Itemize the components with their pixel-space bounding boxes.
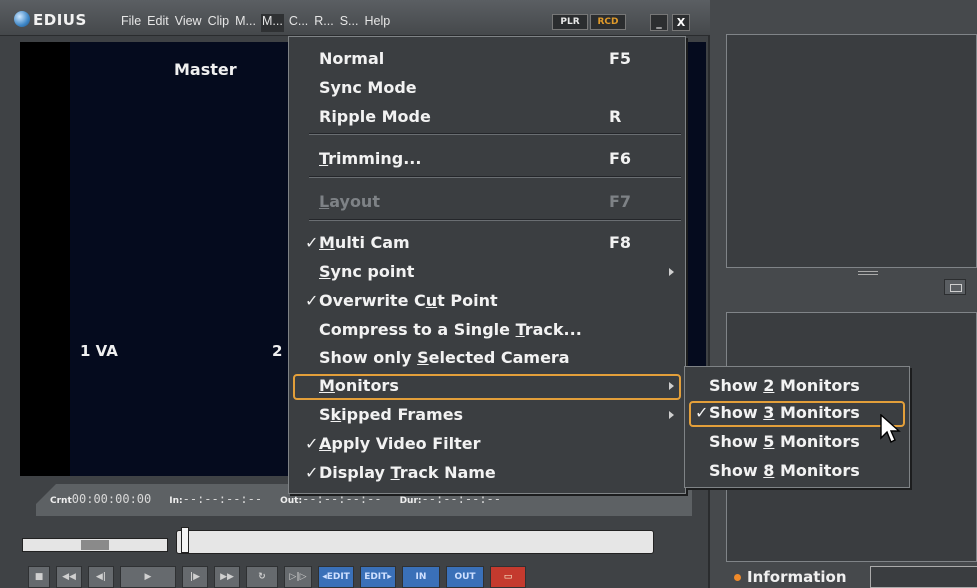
edit-out-button[interactable]: EDIT▸ — [360, 566, 396, 588]
check-icon: ✓ — [305, 463, 319, 482]
menu-view[interactable]: View — [174, 14, 203, 32]
menu-marker[interactable]: M... — [234, 14, 257, 32]
fast-forward-button[interactable]: ▶▶ — [214, 566, 240, 588]
edius-logo-icon — [14, 11, 30, 27]
panel-splitter[interactable] — [858, 271, 878, 275]
menu-item-skipped-frames[interactable]: Skipped Frames — [289, 403, 685, 427]
plr-button[interactable]: PLR — [552, 14, 588, 30]
menu-separator — [309, 219, 681, 221]
bin-panel[interactable] — [726, 34, 977, 268]
title-bar: EDIUS File Edit View Clip M... M... C...… — [0, 0, 710, 36]
submenu-arrow-icon — [669, 411, 674, 419]
loop-button[interactable]: ↻ — [246, 566, 278, 588]
tab-dot-icon — [734, 573, 741, 581]
menu-help[interactable]: Help — [363, 14, 391, 32]
rewind-button[interactable]: ◀◀ — [56, 566, 82, 588]
menu-item-ripple-mode[interactable]: Ripple Mode R — [289, 105, 685, 129]
information-tab-label: Information — [747, 568, 847, 586]
stop-button[interactable]: ■ — [28, 566, 50, 588]
duration-timecode: Dur:--:--:--:-- — [399, 492, 501, 506]
master-label: Master — [174, 60, 237, 79]
step-forward-button[interactable]: |▶ — [182, 566, 208, 588]
camera-1-label: 1 VA — [80, 342, 118, 360]
jog-handle[interactable] — [81, 540, 109, 550]
menu-item-normal[interactable]: Normal F5 — [289, 47, 685, 71]
submenu-item-show-3-monitors[interactable]: ✓ Show 3 Monitors — [685, 401, 909, 427]
menu-item-display-track-name[interactable]: ✓ Display Track Name — [289, 461, 685, 485]
submenu-item-show-2-monitors[interactable]: Show 2 Monitors — [685, 374, 909, 398]
menu-capture[interactable]: C... — [288, 14, 309, 32]
submenu-arrow-icon — [669, 382, 674, 390]
menu-item-sync-point[interactable]: Sync point — [289, 260, 685, 284]
position-slider[interactable] — [176, 527, 654, 554]
menu-settings[interactable]: S... — [339, 14, 360, 32]
menu-separator — [309, 133, 681, 135]
in-timecode: In:--:--:--:-- — [169, 492, 263, 506]
rcd-button[interactable]: RCD — [590, 14, 626, 30]
right-panels: Information — [712, 0, 977, 588]
menu-item-trimming[interactable]: Trimming... F6 — [289, 147, 685, 171]
check-icon: ✓ — [305, 233, 319, 252]
add-to-timeline-button[interactable]: ▭ — [490, 566, 526, 588]
monitors-submenu: Show 2 Monitors ✓ Show 3 Monitors Show 5… — [684, 366, 910, 488]
jog-shuttle[interactable] — [22, 538, 168, 552]
menu-item-show-selected-camera[interactable]: Show only Selected Camera — [289, 346, 685, 370]
app-name: EDIUS — [33, 11, 87, 29]
set-out-button[interactable]: OUT — [446, 566, 484, 588]
menu-item-overwrite-cut-point[interactable]: ✓ Overwrite Cut Point — [289, 289, 685, 313]
menu-item-multi-cam[interactable]: ✓ Multi Cam F8 — [289, 231, 685, 255]
preview-border — [20, 42, 70, 476]
mode-menu: Normal F5 Sync Mode Ripple Mode R Trimming… — [288, 36, 686, 494]
menu-render[interactable]: R... — [313, 14, 334, 32]
check-icon: ✓ — [695, 403, 709, 422]
menu-mode[interactable]: M... — [260, 14, 284, 32]
slider-handle[interactable] — [181, 527, 189, 553]
edit-in-button[interactable]: ◂EDIT — [318, 566, 354, 588]
panel-toggle-icon[interactable] — [944, 279, 966, 295]
menu-file[interactable]: File — [120, 14, 142, 32]
transport-controls: ■ ◀◀ ◀| ▶ |▶ ▶▶ ↻ ▷|▷ ◂EDIT EDIT▸ IN OUT… — [28, 566, 526, 588]
menu-item-apply-video-filter[interactable]: ✓ Apply Video Filter — [289, 432, 685, 456]
menu-item-sync-mode[interactable]: Sync Mode — [289, 76, 685, 100]
submenu-item-show-8-monitors[interactable]: Show 8 Monitors — [685, 459, 909, 483]
out-timecode: Out:--:--:--:-- — [280, 492, 382, 506]
minimize-button[interactable]: _ — [650, 14, 668, 31]
play-button[interactable]: ▶ — [120, 566, 176, 588]
submenu-arrow-icon — [669, 268, 674, 276]
information-tab[interactable]: Information — [726, 566, 847, 588]
menu-bar: File Edit View Clip M... M... C... R... … — [120, 14, 395, 32]
step-back-button[interactable]: ◀| — [88, 566, 114, 588]
menu-separator — [309, 176, 681, 178]
check-icon: ✓ — [305, 291, 319, 310]
app-logo: EDIUS — [14, 11, 87, 29]
play-around-button[interactable]: ▷|▷ — [284, 566, 312, 588]
current-timecode: Crnt00:00:00:00 — [50, 492, 152, 506]
close-button[interactable]: X — [672, 14, 690, 31]
menu-item-layout: Layout F7 — [319, 192, 632, 211]
camera-2-label: 2 — [272, 342, 283, 360]
menu-clip[interactable]: Clip — [207, 14, 231, 32]
menu-item-monitors[interactable]: Monitors — [289, 374, 685, 400]
check-icon: ✓ — [305, 434, 319, 453]
set-in-button[interactable]: IN — [402, 566, 440, 588]
mouse-pointer-icon — [880, 414, 901, 443]
menu-edit[interactable]: Edit — [146, 14, 170, 32]
menu-item-compress-single-track[interactable]: Compress to a Single Track... — [289, 318, 685, 342]
submenu-item-show-5-monitors[interactable]: Show 5 Monitors — [685, 430, 909, 454]
information-tab-strip — [870, 566, 977, 588]
